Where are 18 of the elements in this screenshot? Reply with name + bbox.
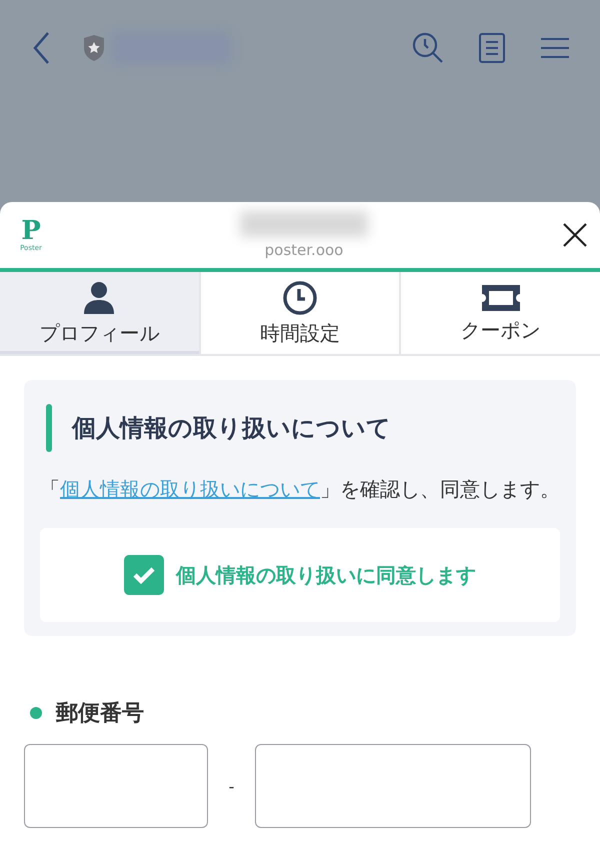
clock-icon <box>282 280 318 316</box>
section-heading: 個人情報の取り扱いについて <box>72 413 391 444</box>
tab[interactable]: プロフィール <box>0 272 201 354</box>
required-dot <box>30 707 42 719</box>
separator: - <box>228 776 236 796</box>
document-icon[interactable] <box>478 32 506 64</box>
history-search-icon[interactable] <box>412 32 444 64</box>
shield-icon <box>82 34 106 62</box>
agree-label: 個人情報の取り扱いに同意します <box>176 562 476 588</box>
logo-letter: P <box>21 218 41 244</box>
input-field[interactable] <box>24 744 208 828</box>
site-domain: poster.ooo <box>264 241 344 259</box>
input-field[interactable] <box>255 744 531 828</box>
close-icon[interactable] <box>562 222 588 248</box>
field-label: 郵便番号 <box>56 700 144 728</box>
menu-icon[interactable] <box>540 36 570 60</box>
agree-checkbox[interactable] <box>124 555 164 595</box>
consent-text: 「個人情報の取り扱いについて」を確認し、同意します。 <box>40 476 560 503</box>
